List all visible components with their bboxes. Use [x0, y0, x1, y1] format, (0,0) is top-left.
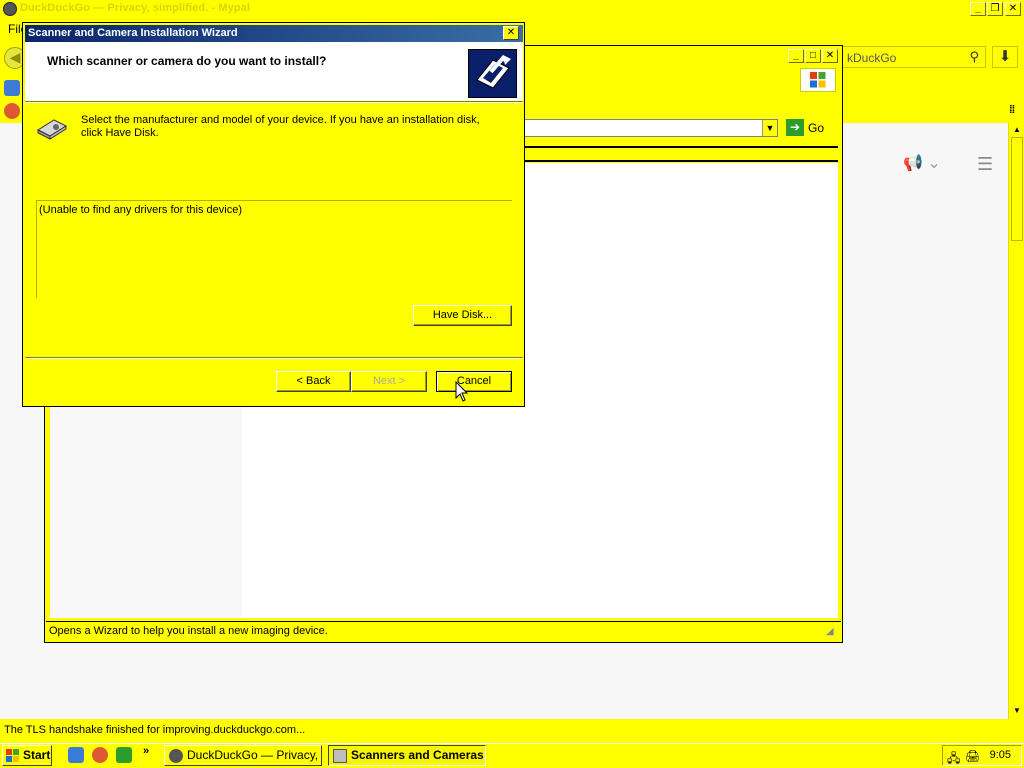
- have-disk-button[interactable]: Have Disk...: [413, 305, 512, 326]
- wizard-titlebar[interactable]: Scanner and Camera Installation Wizard: [25, 25, 523, 42]
- driver-model-list[interactable]: (Unable to find any drivers for this dev…: [36, 200, 512, 298]
- address-combobox[interactable]: ▼: [522, 119, 778, 137]
- download-icon[interactable]: ⬇: [992, 46, 1018, 68]
- wizard-close-button[interactable]: ✕: [503, 26, 519, 40]
- browser-close-button[interactable]: ✕: [1005, 2, 1021, 16]
- extensions-grid-icon[interactable]: ⁞⁞: [1009, 104, 1015, 116]
- browser-vertical-scrollbar[interactable]: ▲ ▼: [1008, 123, 1024, 719]
- windows-flag-icon: [6, 749, 19, 762]
- scan-task-pane: [50, 406, 242, 618]
- start-label: Start: [23, 748, 51, 762]
- wizard-heading: Which scanner or camera do you want to i…: [47, 54, 327, 68]
- go-arrow-icon: ➔: [786, 119, 804, 136]
- scroll-down-arrow-icon[interactable]: ▼: [1011, 705, 1023, 717]
- go-label: Go: [808, 120, 825, 135]
- quicklaunch-browser-icon[interactable]: [92, 747, 108, 763]
- scan-maximize-button[interactable]: □: [805, 49, 821, 63]
- cancel-button[interactable]: Cancel: [436, 371, 512, 392]
- quicklaunch-more-chevron[interactable]: »: [143, 745, 149, 757]
- wizard-title: Scanner and Camera Installation Wizard: [28, 27, 238, 39]
- megaphone-icon[interactable]: 📢 ⌄: [903, 153, 941, 173]
- browser-statusbar: The TLS handshake finished for improving…: [0, 719, 1024, 743]
- scan-statusbar: Opens a Wizard to help you install a new…: [46, 621, 841, 641]
- browser-titlebar[interactable]: DuckDuckGo — Privacy, simplified. - Mypa…: [0, 0, 1024, 19]
- scan-minimize-button[interactable]: _: [788, 49, 804, 63]
- tray-clock[interactable]: 9:05: [990, 749, 1011, 761]
- scan-file-list-pane-top[interactable]: [522, 163, 838, 406]
- taskbar-item-label: Scanners and Cameras: [351, 748, 484, 762]
- system-tray: 🖧 🖨 9:05: [942, 745, 1022, 766]
- scan-toolbar-divider: [522, 146, 838, 162]
- hamburger-menu-icon[interactable]: ☰: [977, 154, 993, 175]
- dropdown-arrow-icon[interactable]: ▼: [762, 120, 777, 136]
- wizard-description: Select the manufacturer and model of you…: [81, 114, 480, 139]
- scanner-icon: [36, 116, 68, 140]
- scanner-tray-icon[interactable]: 🖨: [965, 749, 980, 763]
- browser-status-text: The TLS handshake finished for improving…: [4, 724, 306, 736]
- scrollbar-thumb[interactable]: [1011, 137, 1023, 241]
- quicklaunch-desktop-icon[interactable]: [116, 747, 132, 763]
- start-button[interactable]: Start: [2, 745, 52, 766]
- quicklaunch-ie-icon[interactable]: [68, 747, 84, 763]
- scan-close-button[interactable]: ✕: [822, 49, 838, 63]
- network-tray-icon[interactable]: 🖧: [947, 749, 960, 768]
- scanner-wizard-header-icon: [468, 49, 517, 98]
- mouse-pointer-icon: [455, 380, 469, 405]
- duckduckgo-tab-icon[interactable]: [4, 103, 20, 119]
- browser-app-icon: [3, 2, 17, 16]
- browser-restore-button[interactable]: ❐: [987, 2, 1003, 16]
- next-button[interactable]: Next >: [351, 371, 427, 392]
- wizard-header-separator: [25, 101, 523, 103]
- search-input-text: kDuckGo: [847, 51, 897, 65]
- wizard-footer-separator: [25, 357, 523, 359]
- scroll-up-arrow-icon[interactable]: ▲: [1011, 124, 1023, 136]
- taskbar: [0, 743, 1024, 768]
- windows-logo-icon: [800, 68, 836, 92]
- search-icon[interactable]: ⚲: [969, 49, 979, 65]
- scanner-app-icon: [333, 749, 347, 763]
- search-input[interactable]: kDuckGo ⚲: [842, 46, 986, 68]
- browser-window-title: DuckDuckGo — Privacy, simplified. - Mypa…: [20, 2, 251, 14]
- bookmark-search-icon[interactable]: [4, 80, 20, 96]
- driver-list-message: (Unable to find any drivers for this dev…: [39, 204, 242, 216]
- resize-grip-icon[interactable]: ◢: [826, 626, 834, 637]
- taskbar-item-duckduckgo[interactable]: DuckDuckGo — Privacy, ...: [164, 745, 322, 768]
- wizard-header: [25, 42, 523, 101]
- go-button[interactable]: ➔ Go: [786, 119, 824, 137]
- desktop-screen: DuckDuckGo — Privacy, simplified. - Mypa…: [0, 0, 1024, 768]
- browser-minimize-button[interactable]: _: [970, 2, 986, 16]
- taskbar-item-label: DuckDuckGo — Privacy, ...: [187, 748, 319, 768]
- scan-status-text: Opens a Wizard to help you install a new…: [49, 625, 328, 637]
- taskbar-item-scanners[interactable]: Scanners and Cameras: [328, 745, 486, 766]
- back-button[interactable]: < Back: [276, 371, 351, 392]
- mypal-app-icon: [169, 749, 183, 763]
